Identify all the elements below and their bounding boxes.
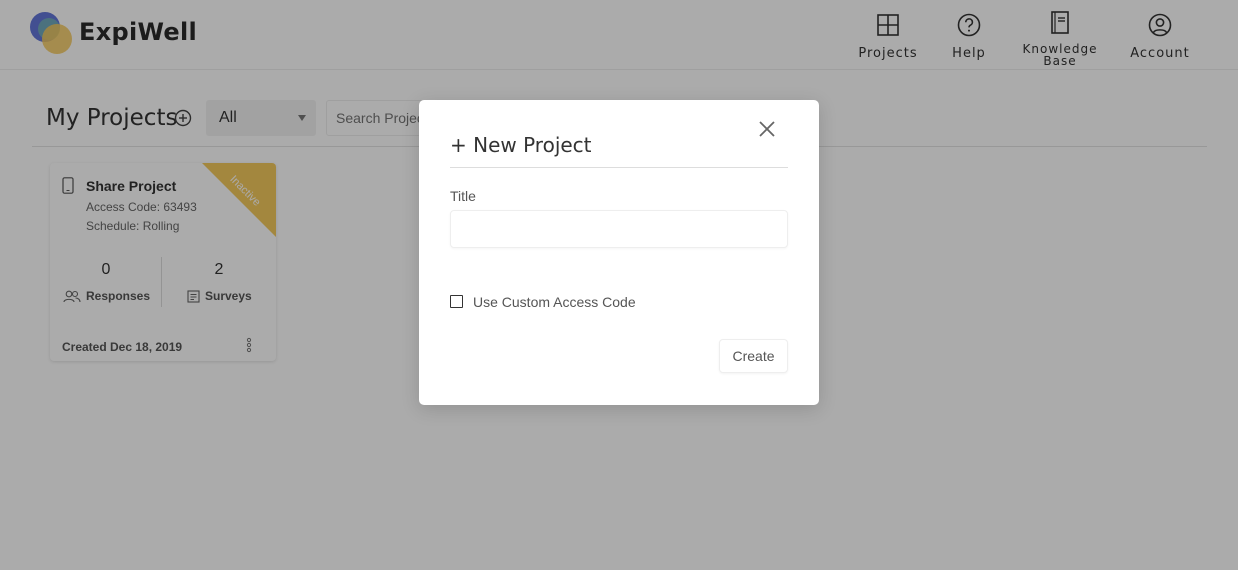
- custom-access-code-label[interactable]: Use Custom Access Code: [473, 294, 636, 310]
- title-label: Title: [450, 188, 476, 204]
- title-input[interactable]: [450, 210, 788, 248]
- custom-access-code-checkbox[interactable]: [450, 295, 463, 308]
- new-project-dialog: + New Project Title Use Custom Access Co…: [419, 100, 819, 405]
- create-button[interactable]: Create: [719, 339, 788, 373]
- close-icon[interactable]: [757, 119, 777, 139]
- dialog-title: + New Project: [450, 133, 592, 157]
- dialog-divider: [450, 167, 788, 168]
